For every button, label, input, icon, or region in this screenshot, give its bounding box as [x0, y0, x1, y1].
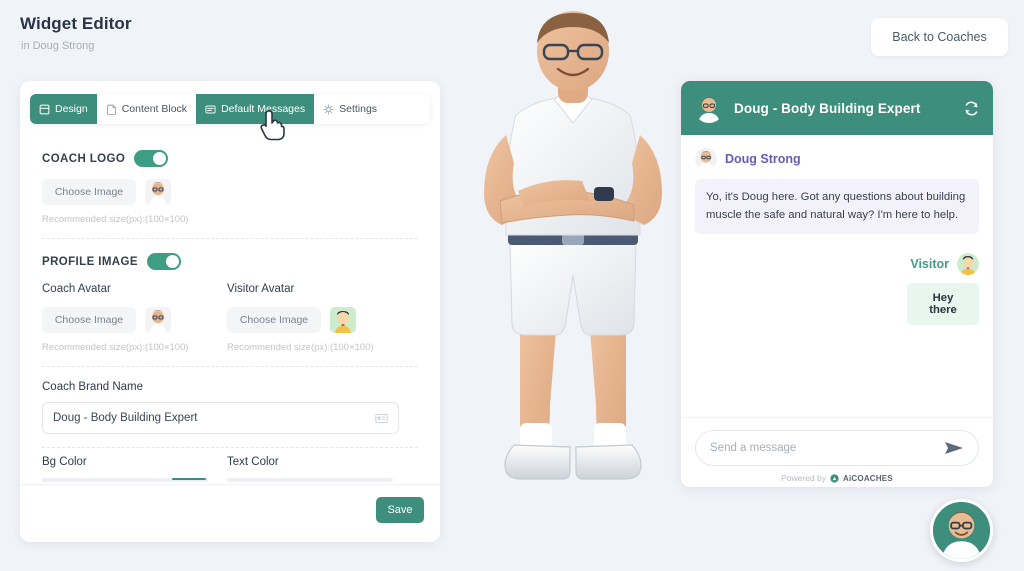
coach-message-name: Doug Strong — [725, 152, 801, 166]
chat-header: Doug - Body Building Expert — [681, 81, 993, 135]
powered-by-brand: AiCOACHES — [843, 473, 893, 483]
visitor-avatar-hint: Recommended size(px):(100×100) — [227, 342, 374, 353]
coach-mascot-illustration — [484, 11, 662, 480]
chat-header-title: Doug - Body Building Expert — [734, 100, 921, 116]
tab-design-label: Design — [55, 103, 88, 115]
tab-default-messages-label: Default Messages — [221, 103, 306, 115]
profile-image-toggle[interactable] — [146, 253, 181, 270]
text-color-label: Text Color — [227, 456, 279, 468]
visitor-avatar-upload-row: Choose Image — [227, 307, 412, 333]
bg-color-column: Bg Color — [42, 448, 227, 482]
profile-image-label: PROFILE IMAGE — [42, 255, 138, 268]
chat-input-row[interactable]: Send a message — [695, 430, 979, 466]
coach-logo-upload-row: Choose Image — [42, 179, 418, 205]
tab-content-block-label: Content Block — [121, 103, 188, 115]
chat-launcher-button[interactable] — [930, 499, 993, 562]
page-subtitle: in Doug Strong — [21, 40, 95, 52]
chat-message-list: Doug Strong Yo, it's Doug here. Got any … — [681, 135, 993, 417]
coach-avatar-upload-row: Choose Image — [42, 307, 227, 333]
coach-brand-name-label: Coach Brand Name — [42, 381, 143, 393]
chat-input-placeholder: Send a message — [710, 442, 797, 454]
powered-by-footer: Powered by AiCOACHES — [695, 473, 979, 483]
coach-message-avatar — [695, 148, 717, 170]
layout-icon — [39, 104, 50, 114]
chat-footer: Send a message Powered by AiCOACHES — [681, 417, 993, 487]
coach-brand-name-value: Doug - Body Building Expert — [53, 412, 198, 424]
id-card-icon — [375, 413, 388, 423]
coach-logo-label: COACH LOGO — [42, 152, 126, 165]
back-to-coaches-button[interactable]: Back to Coaches — [871, 18, 1008, 56]
editor-card: COACH LOGO Choose Image Recommended size… — [20, 81, 440, 542]
coach-brand-name-input[interactable]: Doug - Body Building Expert — [42, 402, 399, 434]
coach-logo-section-header: COACH LOGO — [42, 150, 418, 167]
chat-launcher-avatar — [933, 502, 990, 559]
aicoaches-logo-icon — [830, 473, 839, 483]
coach-avatar-column: Coach Avatar Choose Image Recommended si — [42, 270, 227, 353]
save-button[interactable]: Save — [376, 497, 424, 523]
send-icon[interactable] — [944, 440, 964, 456]
visitor-avatar-column: Visitor Avatar Choose Image Recommended … — [227, 270, 412, 353]
content-block-icon — [106, 104, 116, 115]
editor-card-footer: Save — [20, 484, 440, 542]
editor-tabbar: Design Content Block Default Messages Se… — [30, 94, 430, 124]
page-title: Widget Editor — [20, 14, 132, 33]
coach-logo-toggle[interactable] — [134, 150, 169, 167]
bg-color-input[interactable] — [42, 478, 208, 482]
profile-image-section-header: PROFILE IMAGE — [42, 253, 418, 270]
coach-avatar-choose-image-button[interactable]: Choose Image — [42, 307, 136, 333]
visitor-message-avatar — [957, 253, 979, 275]
tab-settings[interactable]: Settings — [314, 94, 387, 124]
text-color-column: Text Color — [227, 448, 412, 482]
tab-content-block[interactable]: Content Block — [96, 94, 197, 124]
visitor-message-sender: Visitor — [695, 253, 979, 275]
coach-message-sender: Doug Strong — [695, 148, 979, 170]
text-color-input[interactable] — [227, 478, 393, 482]
visitor-avatar-thumbnail[interactable] — [330, 307, 356, 333]
widget-editor-page: Widget Editor in Doug Strong Back to Coa… — [0, 0, 1024, 571]
chat-header-avatar — [694, 93, 724, 123]
tab-settings-label: Settings — [339, 103, 378, 115]
tab-default-messages[interactable]: Default Messages — [196, 94, 315, 124]
divider-2 — [42, 366, 418, 367]
coach-logo-thumbnail[interactable] — [145, 179, 171, 205]
powered-by-text: Powered by — [781, 473, 827, 483]
tab-design[interactable]: Design — [30, 94, 97, 124]
visitor-message-bubble: Hey there — [907, 283, 979, 325]
chat-preview-widget: Doug - Body Building Expert Doug Strong — [681, 81, 993, 487]
editor-form: COACH LOGO Choose Image Recommended size… — [20, 136, 440, 484]
coach-avatar-label: Coach Avatar — [42, 283, 111, 295]
coach-message-bubble: Yo, it's Doug here. Got any questions ab… — [695, 179, 979, 234]
coach-logo-hint: Recommended size(px):(100×100) — [42, 214, 189, 225]
bg-color-label: Bg Color — [42, 456, 87, 468]
coach-avatar-hint: Recommended size(px):(100×100) — [42, 342, 189, 353]
visitor-avatar-choose-image-button[interactable]: Choose Image — [227, 307, 321, 333]
avatars-columns: Coach Avatar Choose Image Recommended si — [42, 270, 418, 353]
gear-icon — [323, 103, 334, 115]
visitor-avatar-label: Visitor Avatar — [227, 283, 295, 295]
coach-avatar-thumbnail[interactable] — [145, 307, 171, 333]
refresh-icon[interactable] — [963, 100, 980, 117]
message-icon — [205, 104, 216, 114]
color-fields-row: Bg Color Text Color — [42, 448, 418, 482]
divider-1 — [42, 238, 418, 239]
visitor-message-name: Visitor — [910, 257, 949, 271]
coach-logo-choose-image-button[interactable]: Choose Image — [42, 179, 136, 205]
